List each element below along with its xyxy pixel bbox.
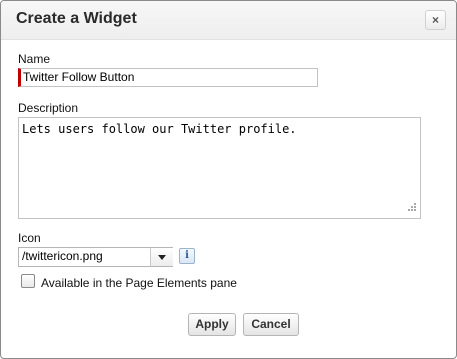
icon-select[interactable]: /twittericon.png: [18, 247, 173, 267]
dialog-title: Create a Widget: [16, 10, 137, 27]
close-icon: ×: [431, 13, 439, 27]
description-label: Description: [18, 101, 79, 115]
name-label: Name: [18, 52, 51, 66]
info-icon[interactable]: i: [179, 248, 195, 264]
chevron-down-icon[interactable]: [150, 248, 173, 266]
icon-label: Icon: [18, 231, 41, 245]
page-elements-checkbox-label: Available in the Page Elements pane: [41, 276, 237, 290]
cancel-button[interactable]: Cancel: [243, 313, 299, 336]
create-widget-dialog: Create a Widget × Name Twitter Follow Bu…: [0, 0, 457, 359]
dialog-header: Create a Widget ×: [1, 1, 456, 40]
resize-grip-icon[interactable]: [405, 202, 417, 214]
name-input[interactable]: Twitter Follow Button: [18, 68, 318, 87]
close-button[interactable]: ×: [425, 10, 446, 30]
icon-select-value: /twittericon.png: [22, 249, 103, 263]
page-elements-checkbox[interactable]: [21, 274, 35, 288]
description-textarea[interactable]: Lets users follow our Twitter profile.: [18, 117, 421, 219]
apply-button[interactable]: Apply: [188, 313, 236, 336]
